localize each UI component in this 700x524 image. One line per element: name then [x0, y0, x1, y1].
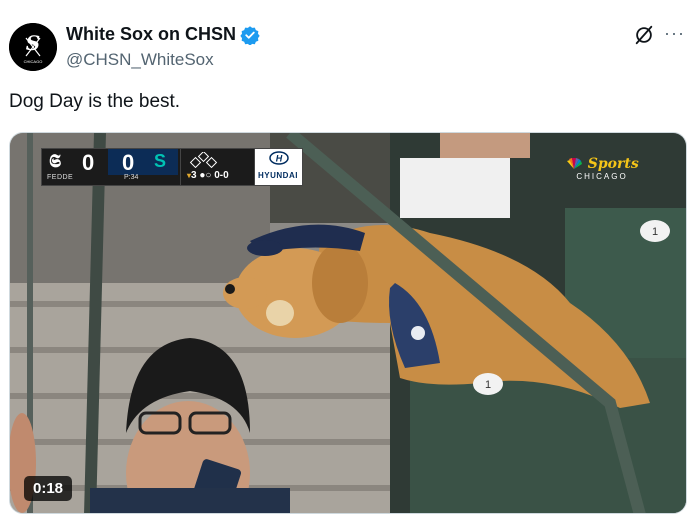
network-city: CHICAGO [576, 172, 628, 181]
inning-and-count: ▾3 ●○ 0-0 [187, 170, 229, 181]
video-player[interactable]: 1 1 𝕾 0 0 S FEDDE P:34 ▾3 ●○ 0-0 H HYUND… [9, 132, 687, 514]
verified-badge-icon[interactable] [240, 25, 260, 45]
seat-tag: 1 [473, 373, 503, 395]
video-duration: 0:18 [24, 476, 73, 501]
svg-text:CHICAGO: CHICAGO [24, 59, 43, 64]
tweet-header: S CHICAGO White Sox on CHSN @CHSN_WhiteS… [0, 0, 700, 80]
home-team-box [108, 149, 178, 175]
white-sox-logo-icon: 𝕾 [49, 151, 61, 171]
grok-icon[interactable] [633, 24, 655, 46]
network-name: Sports [587, 155, 639, 172]
author-name-row: White Sox on CHSN [66, 24, 260, 45]
batter-name: FEDDE [47, 174, 74, 181]
more-icon[interactable]: ··· [664, 24, 685, 42]
sponsor-box: H HYUNDAI [255, 148, 303, 186]
network-logo: Sports CHICAGO [562, 155, 642, 181]
home-score: 0 [122, 150, 135, 175]
svg-text:H: H [276, 154, 283, 164]
inning-number: 3 [191, 170, 197, 181]
hyundai-logo-icon: H [269, 151, 289, 165]
pitch-count: P:34 [124, 174, 139, 181]
white-sox-logo-icon: S CHICAGO [9, 23, 57, 71]
nbc-peacock-icon [567, 157, 583, 169]
svg-text:S: S [26, 31, 40, 55]
sponsor-name: HYUNDAI [258, 171, 298, 180]
svg-text:1: 1 [652, 226, 658, 238]
away-score: 0 [82, 150, 95, 175]
scorebug-game-state: ▾3 ●○ 0-0 [181, 148, 255, 186]
ball-strike-count: 0-0 [214, 170, 229, 181]
scorebug: 𝕾 0 0 S FEDDE P:34 ▾3 ●○ 0-0 H HYUNDAI [41, 148, 303, 186]
display-name[interactable]: White Sox on CHSN [66, 24, 236, 45]
mariners-logo-icon: S [154, 151, 167, 171]
video-frame: 1 1 [10, 133, 686, 513]
svg-text:1: 1 [485, 379, 491, 391]
bases-diamond-icon [189, 152, 218, 168]
seat-tag: 1 [640, 220, 670, 242]
tweet-text: Dog Day is the best. [9, 91, 181, 112]
outs-dots-icon: ●○ [199, 170, 212, 181]
scorebug-teams: 𝕾 0 0 S FEDDE P:34 [41, 148, 181, 186]
avatar[interactable]: S CHICAGO [9, 23, 57, 71]
author-handle[interactable]: @CHSN_WhiteSox [66, 50, 214, 70]
